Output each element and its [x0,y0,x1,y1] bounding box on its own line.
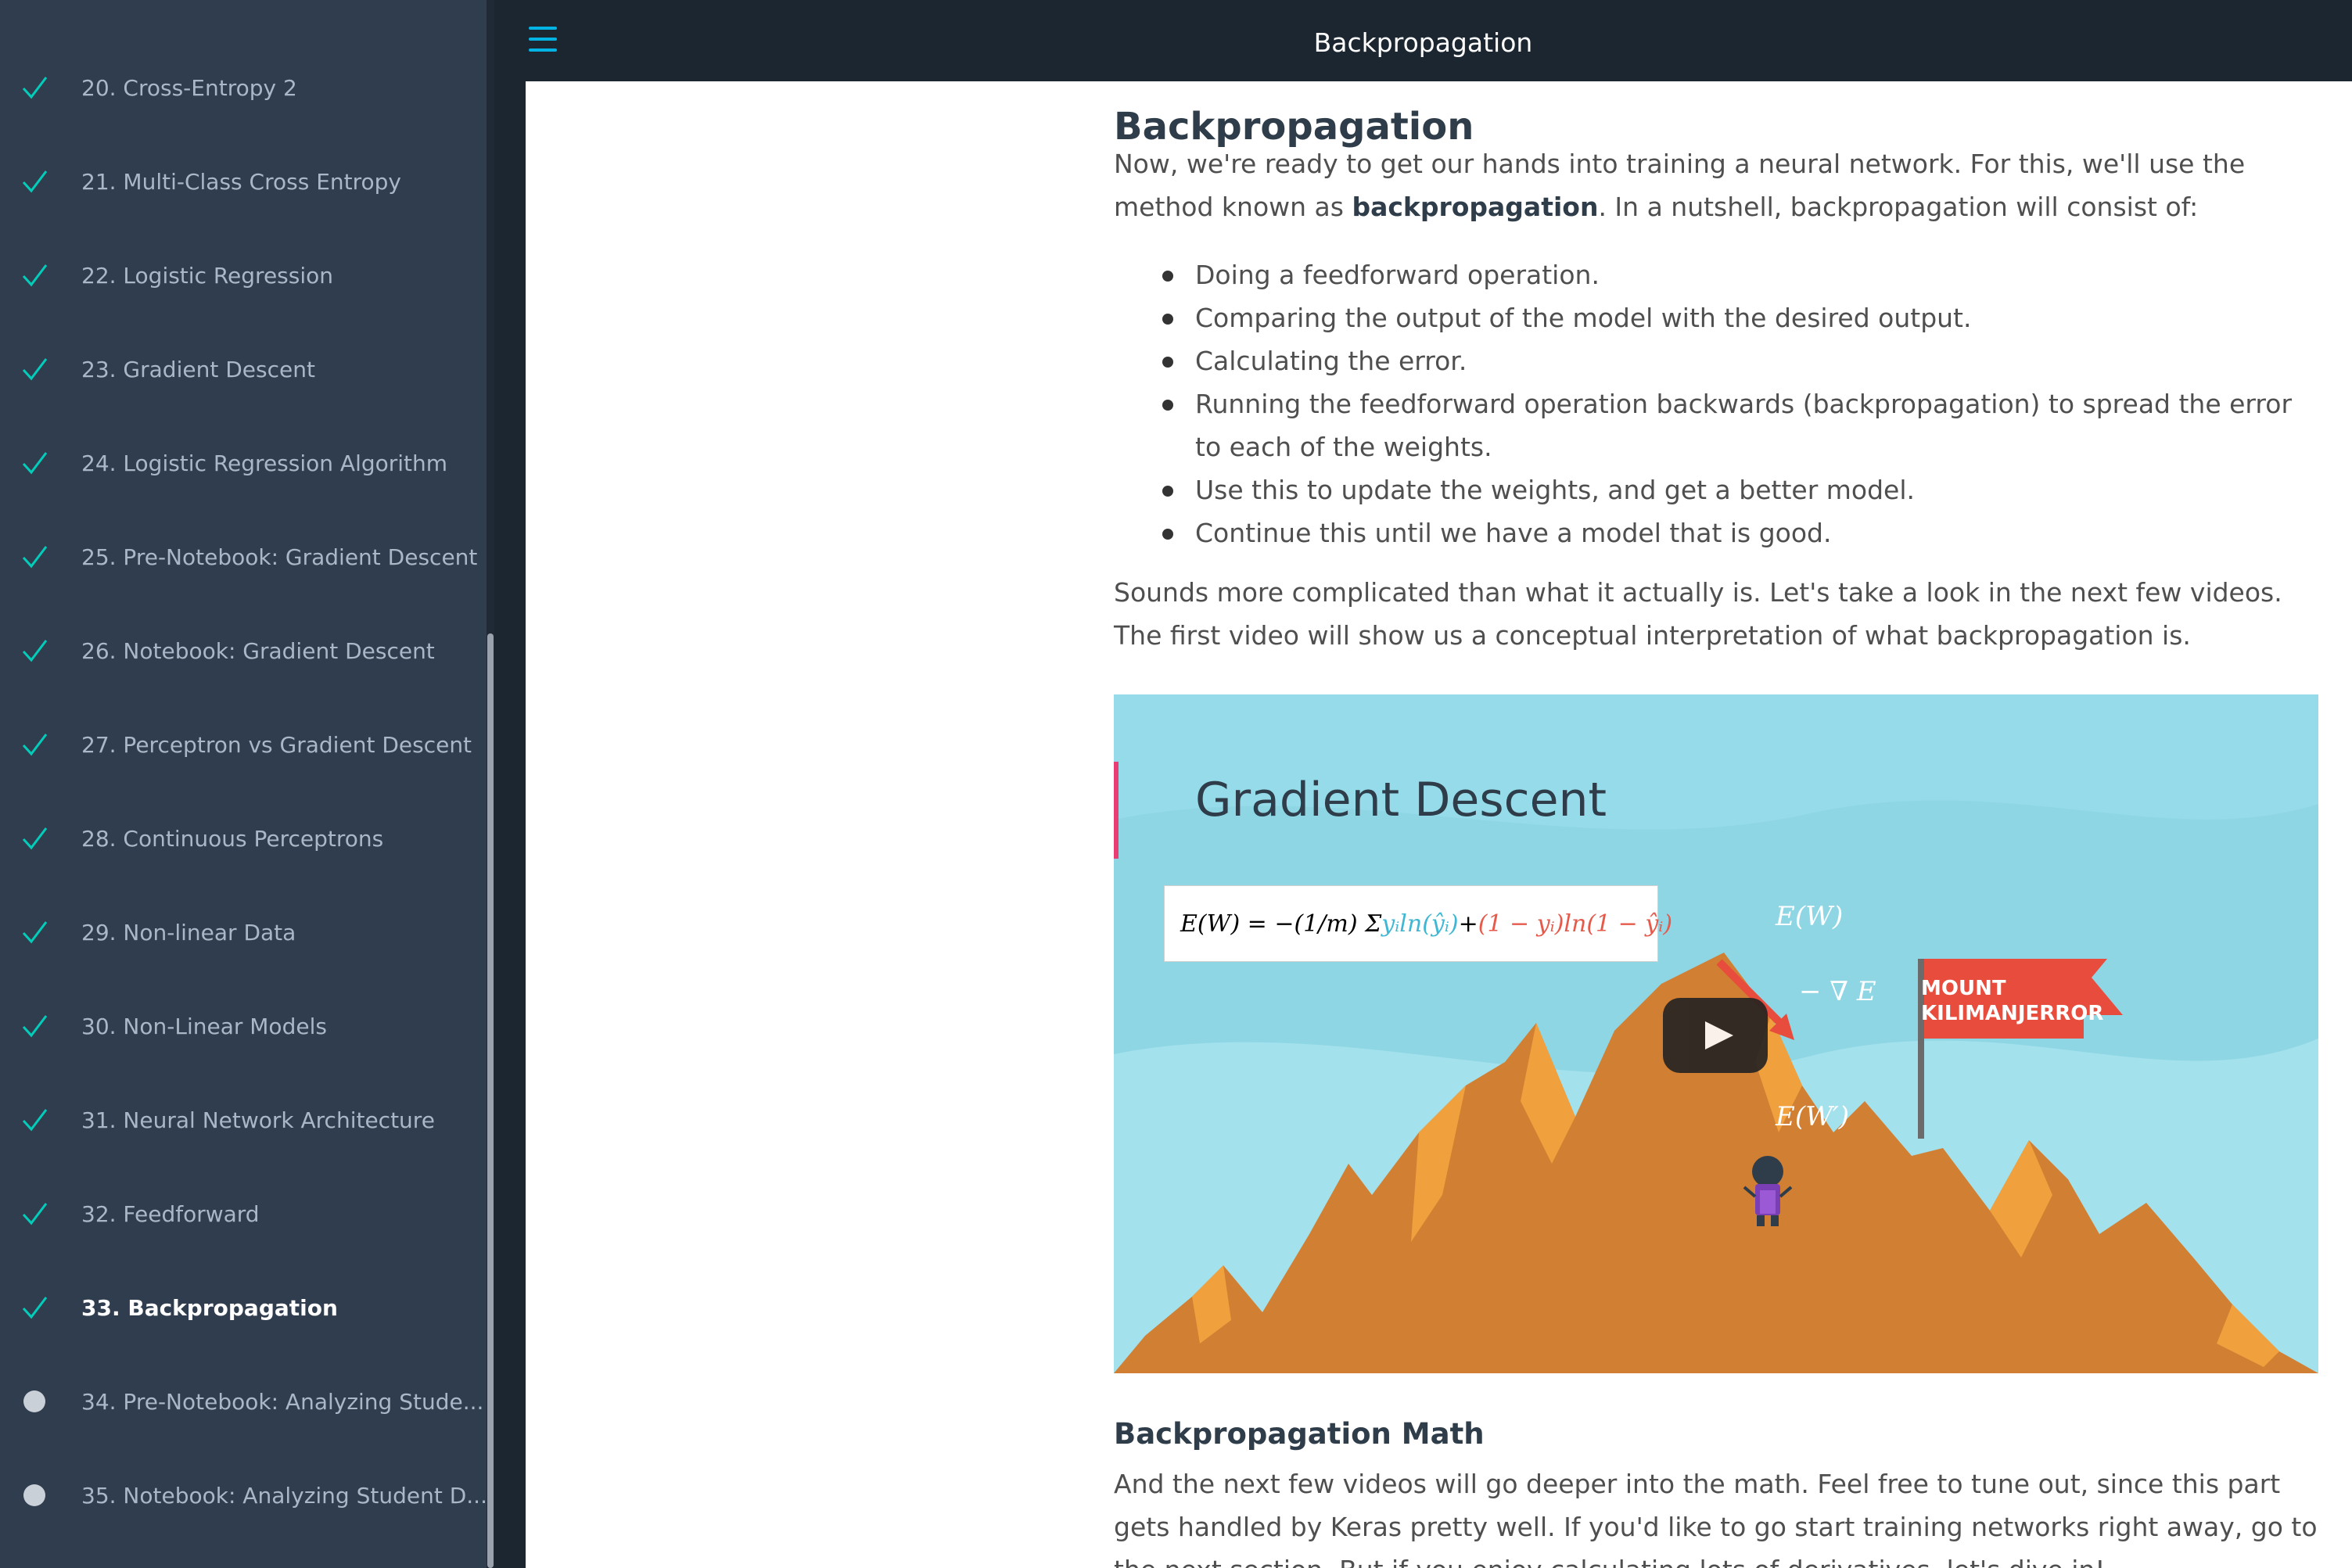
intro-paragraph: Now, we're ready to get our hands into t… [1114,142,2318,228]
sidebar-item[interactable]: 32. Feedforward [0,1167,487,1261]
sidebar-item[interactable]: 25. Pre-Notebook: Gradient Descent [0,510,487,604]
check-icon [19,823,50,854]
label-ew-prime: E(W′) [1776,1101,1850,1132]
sidebar-item[interactable]: 35. Notebook: Analyzing Student D... [0,1448,487,1542]
math-section-heading: Backpropagation Math [1114,1417,1485,1451]
sidebar-item-label: 34. Pre-Notebook: Analyzing Stude... [81,1388,484,1415]
formula-term-red: (1 − yᵢ)ln(1 − ŷᵢ) [1478,910,1673,938]
followup-paragraph: Sounds more complicated than what it act… [1114,577,2282,651]
formula-term-blue: yᵢln(ŷᵢ) [1381,910,1459,938]
flag-line-1: MOUNT [1921,977,2006,1000]
check-icon [19,260,50,291]
formula-left: E(W) = −(1/m) Σ [1180,910,1382,938]
check-icon [19,1198,50,1229]
sidebar-item[interactable]: 27. Perceptron vs Gradient Descent [0,698,487,791]
video-player[interactable]: Gradient Descent E(W) = −(1/m) Σ yᵢln(ŷᵢ… [1114,694,2318,1373]
check-icon [19,635,50,666]
sidebar-item-label: 30. Non-Linear Models [81,1013,327,1039]
check-icon [19,1010,50,1042]
check-icon [19,541,50,572]
top-bar: Backpropagation [494,0,2352,81]
sidebar-item-label: 33. Backpropagation [81,1294,338,1321]
sidebar-scrollbar-thumb[interactable] [487,633,494,1568]
check-icon [19,917,50,948]
sidebar-item-label: 29. Non-linear Data [81,919,296,945]
error-formula: E(W) = −(1/m) Σ yᵢln(ŷᵢ) + (1 − yᵢ)ln(1 … [1164,885,1672,962]
sidebar-item[interactable]: 31. Neural Network Architecture [0,1073,487,1167]
sidebar-item[interactable]: 20. Cross-Entropy 2 [0,41,487,135]
sidebar-item[interactable]: 21. Multi-Class Cross Entropy [0,135,487,228]
play-icon[interactable] [1663,998,1768,1073]
check-icon [19,1292,50,1323]
flag-label: MOUNT KILIMANJERROR [1921,976,2103,1026]
step-item: Comparing the output of the model with t… [1162,296,2318,339]
sidebar-item-label: 26. Notebook: Gradient Descent [81,637,435,664]
sidebar-item[interactable]: 28. Continuous Perceptrons [0,791,487,885]
label-ew: E(W) [1776,901,1844,932]
sidebar-item[interactable]: 23. Gradient Descent [0,322,487,416]
hamburger-menu-icon[interactable] [526,23,563,58]
flag-line-2: KILIMANJERROR [1921,1002,2104,1025]
check-icon [19,353,50,385]
check-icon [19,166,50,197]
sidebar-divider [494,0,526,1568]
sidebar-item-label: 35. Notebook: Analyzing Student D... [81,1482,487,1509]
step-item: Use this to update the weights, and get … [1162,468,2318,511]
sidebar-item-label: 21. Multi-Class Cross Entropy [81,168,401,195]
lesson-sidebar: 20. Cross-Entropy 2 21. Multi-Class Cross… [0,0,487,1568]
sidebar-item-label: 24. Logistic Regression Algorithm [81,450,448,476]
check-icon [19,729,50,760]
sidebar-item-label: 25. Pre-Notebook: Gradient Descent [81,544,478,570]
circle-icon [19,1386,50,1417]
check-icon [19,1104,50,1136]
title-accent-bar [1114,762,1119,859]
sidebar-item[interactable]: 24. Logistic Regression Algorithm [0,416,487,510]
sidebar-scrollbar[interactable] [487,0,494,1568]
sidebar-item[interactable]: 22. Logistic Regression [0,228,487,322]
sidebar-item-label: 20. Cross-Entropy 2 [81,74,297,101]
page-title: Backpropagation [1313,27,1533,58]
intro-bold-term: backpropagation [1352,192,1599,222]
sidebar-item-label: 32. Feedforward [81,1200,260,1227]
label-gradient: − ∇ E [1799,976,1876,1007]
sidebar-item[interactable]: 26. Notebook: Gradient Descent [0,604,487,698]
circle-icon [19,1480,50,1511]
intro-text-end: . In a nutshell, backpropagation will co… [1598,192,2199,222]
video-slide-title: Gradient Descent [1195,773,1607,827]
step-item: Doing a feedforward operation. [1162,253,2318,296]
sidebar-item[interactable]: 30. Non-Linear Models [0,979,487,1073]
step-item: Calculating the error. [1162,339,2318,382]
sidebar-item-label: 22. Logistic Regression [81,262,334,289]
sidebar-item[interactable]: 29. Non-linear Data [0,885,487,979]
sidebar-item-label: 23. Gradient Descent [81,356,315,382]
math-paragraph: And the next few videos will go deeper i… [1114,1469,2318,1568]
sidebar-item-label: 31. Neural Network Architecture [81,1107,435,1133]
sidebar-item[interactable]: 33. Backpropagation [0,1261,487,1355]
step-item: Continue this until we have a model that… [1162,511,2318,554]
sidebar-item-label: 27. Perceptron vs Gradient Descent [81,731,472,758]
check-icon [19,447,50,479]
formula-plus: + [1458,910,1478,938]
sidebar-item[interactable]: 34. Pre-Notebook: Analyzing Stude... [0,1355,487,1448]
check-icon [19,72,50,103]
sidebar-item-label: 28. Continuous Perceptrons [81,825,384,852]
step-item: Running the feedforward operation backwa… [1162,382,2318,468]
steps-list: Doing a feedforward operation. Comparing … [1162,253,2318,554]
